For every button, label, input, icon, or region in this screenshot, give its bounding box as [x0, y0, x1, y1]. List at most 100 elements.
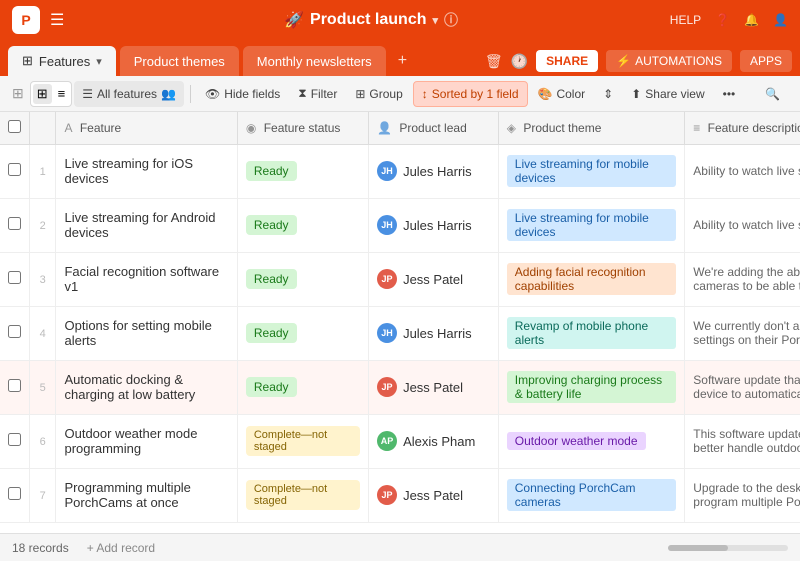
feature-description: We currently don't allow users settings …: [693, 319, 800, 347]
share-button[interactable]: SHARE: [536, 50, 598, 72]
col-header-theme[interactable]: ◈ Product theme: [498, 112, 685, 144]
row-theme: Revamp of mobile phone alerts: [498, 306, 685, 360]
status-badge: Ready: [246, 215, 297, 235]
tab-product-themes[interactable]: Product themes: [120, 46, 239, 76]
row-feature[interactable]: Live streaming for Android devices: [56, 198, 237, 252]
row-feature[interactable]: Outdoor weather mode programming: [56, 414, 237, 468]
app-logo[interactable]: P: [12, 6, 40, 34]
row-feature[interactable]: Programming multiple PorchCams at once: [56, 468, 237, 522]
all-features-button[interactable]: ☰ All features 👥: [74, 81, 184, 107]
row-feature[interactable]: Live streaming for iOS devices: [56, 144, 237, 198]
status-badge: Complete—not staged: [246, 480, 360, 510]
filter-button[interactable]: ⧗ Filter: [290, 81, 345, 107]
theme-badge: Adding facial recognition capabilities: [507, 263, 677, 295]
table-row: 3 Facial recognition software v1 Ready J…: [0, 252, 800, 306]
row-number: 3: [30, 252, 56, 306]
automations-button[interactable]: ⚡ AUTOMATIONS: [606, 50, 732, 72]
feature-description: We're adding the ability for cameras to …: [693, 265, 800, 293]
scroll-indicator[interactable]: [668, 545, 788, 551]
col-num: [30, 112, 56, 144]
search-button[interactable]: 🔍: [757, 81, 788, 107]
top-bar: P ☰ 🚀 Product launch ▾ ⓘ HELP ❓ 🔔 👤: [0, 0, 800, 40]
grid-view-icon[interactable]: ⊞: [33, 84, 52, 104]
status-badge: Ready: [246, 323, 297, 343]
sort-button[interactable]: ↕ Sorted by 1 field: [413, 81, 528, 107]
avatar: JP: [377, 485, 397, 505]
row-checkbox-cell: [0, 144, 30, 198]
row-checkbox[interactable]: [8, 379, 21, 392]
table-row: 2 Live streaming for Android devices Rea…: [0, 198, 800, 252]
filter-label: Filter: [311, 87, 338, 101]
theme-badge: Revamp of mobile phone alerts: [507, 317, 677, 349]
row-lead: AP Alexis Pham: [369, 414, 499, 468]
project-caret-icon[interactable]: ▾: [432, 14, 438, 27]
search-icon: 🔍: [765, 87, 780, 101]
col-header-desc[interactable]: ≡ Feature description: [685, 112, 800, 144]
features-table: A Feature ◉ Feature status 👤 Product lea…: [0, 112, 800, 523]
user-icon[interactable]: 👤: [773, 13, 788, 27]
row-checkbox[interactable]: [8, 163, 21, 176]
col-header-lead[interactable]: 👤 Product lead: [369, 112, 499, 144]
hamburger-icon[interactable]: ☰: [50, 10, 64, 30]
notifications-icon[interactable]: 🔔: [744, 13, 759, 27]
feature-description: Software update that allows device to au…: [693, 373, 800, 401]
col-header-status[interactable]: ◉ Feature status: [237, 112, 368, 144]
row-checkbox[interactable]: [8, 217, 21, 230]
row-checkbox[interactable]: [8, 325, 21, 338]
row-height-icon: ⇕: [603, 87, 613, 101]
row-feature[interactable]: Facial recognition software v1: [56, 252, 237, 306]
row-checkbox[interactable]: [8, 487, 21, 500]
row-desc: Ability to watch live stream...: [685, 198, 800, 252]
person-cell: AP Alexis Pham: [377, 431, 490, 451]
help-icon[interactable]: ❓: [715, 13, 730, 27]
project-info-icon[interactable]: ⓘ: [444, 10, 458, 30]
list-view-icon[interactable]: ≡: [54, 84, 70, 103]
group-button[interactable]: ⊞ Group: [347, 81, 410, 107]
apps-button[interactable]: APPS: [740, 50, 792, 72]
row-height-button[interactable]: ⇕: [595, 81, 621, 107]
row-checkbox[interactable]: [8, 433, 21, 446]
row-number: 7: [30, 468, 56, 522]
theme-badge: Live streaming for mobile devices: [507, 155, 677, 187]
lead-name: Alexis Pham: [403, 434, 475, 449]
row-theme: Live streaming for mobile devices: [498, 144, 685, 198]
row-desc: Upgrade to the desktop app program multi…: [685, 468, 800, 522]
more-options-button[interactable]: •••: [715, 81, 744, 107]
row-checkbox[interactable]: [8, 271, 21, 284]
add-record-button[interactable]: + Add record: [81, 539, 161, 557]
color-button[interactable]: 🎨 Color: [530, 81, 594, 107]
history-icon[interactable]: 🕐: [511, 53, 528, 70]
project-name[interactable]: Product launch: [310, 11, 426, 29]
help-label[interactable]: HELP: [670, 13, 701, 27]
tab-monthly-newsletters[interactable]: Monthly newsletters: [243, 46, 386, 76]
tab-product-themes-label: Product themes: [134, 54, 225, 69]
automations-icon: ⚡: [616, 54, 631, 68]
status-col-icon: ◉: [246, 121, 256, 135]
person-cell: JP Jess Patel: [377, 269, 490, 289]
scroll-thumb[interactable]: [668, 545, 728, 551]
row-checkbox-cell: [0, 306, 30, 360]
row-feature[interactable]: Options for setting mobile alerts: [56, 306, 237, 360]
person-cell: JH Jules Harris: [377, 215, 490, 235]
share-view-button[interactable]: ⬆ Share view: [623, 81, 712, 107]
tab-features-caret[interactable]: ▾: [96, 55, 102, 68]
theme-badge: Outdoor weather mode: [507, 432, 646, 450]
row-lead: JH Jules Harris: [369, 306, 499, 360]
tab-features[interactable]: ⊞ Features ▾: [8, 46, 116, 76]
lead-name: Jess Patel: [403, 380, 463, 395]
trash-icon[interactable]: 🗑: [485, 53, 503, 70]
theme-col-icon: ◈: [507, 121, 516, 135]
select-all-checkbox[interactable]: [8, 120, 21, 133]
add-tab-button[interactable]: +: [390, 52, 415, 70]
avatar: JP: [377, 269, 397, 289]
col-header-feature[interactable]: A Feature: [56, 112, 237, 144]
toolbar-right: 🔍: [757, 81, 788, 107]
hide-fields-button[interactable]: 👁 Hide fields: [197, 81, 288, 107]
tab-features-label: Features: [39, 54, 90, 69]
row-checkbox-cell: [0, 414, 30, 468]
status-badge: Ready: [246, 377, 297, 397]
lead-name: Jules Harris: [403, 326, 472, 341]
row-lead: JP Jess Patel: [369, 360, 499, 414]
row-feature[interactable]: Automatic docking & charging at low batt…: [56, 360, 237, 414]
status-badge: Ready: [246, 269, 297, 289]
